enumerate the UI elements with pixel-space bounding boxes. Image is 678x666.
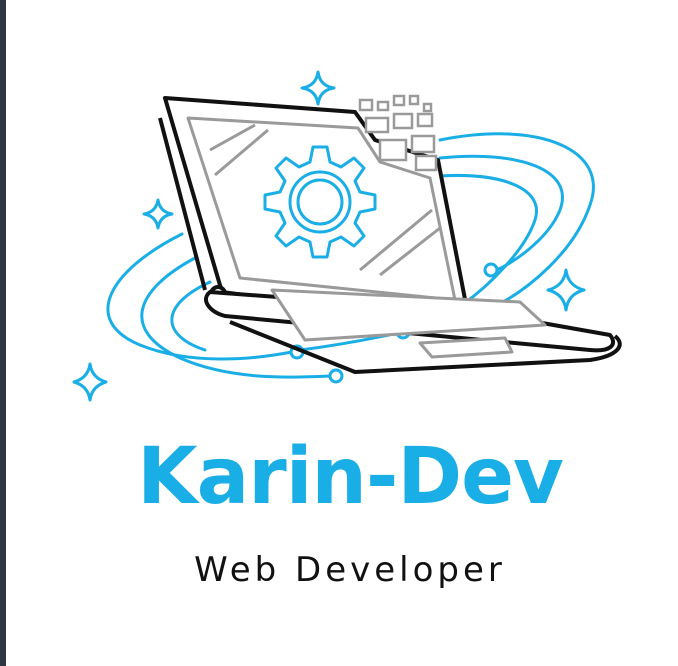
sparkle-icon	[546, 268, 586, 312]
sparkle-icon	[142, 198, 174, 230]
sparkle-icon	[300, 70, 336, 106]
brand-name: Karin-Dev	[137, 432, 564, 522]
brand-tagline: Web Developer	[194, 550, 506, 590]
sparkle-icon	[72, 362, 108, 402]
